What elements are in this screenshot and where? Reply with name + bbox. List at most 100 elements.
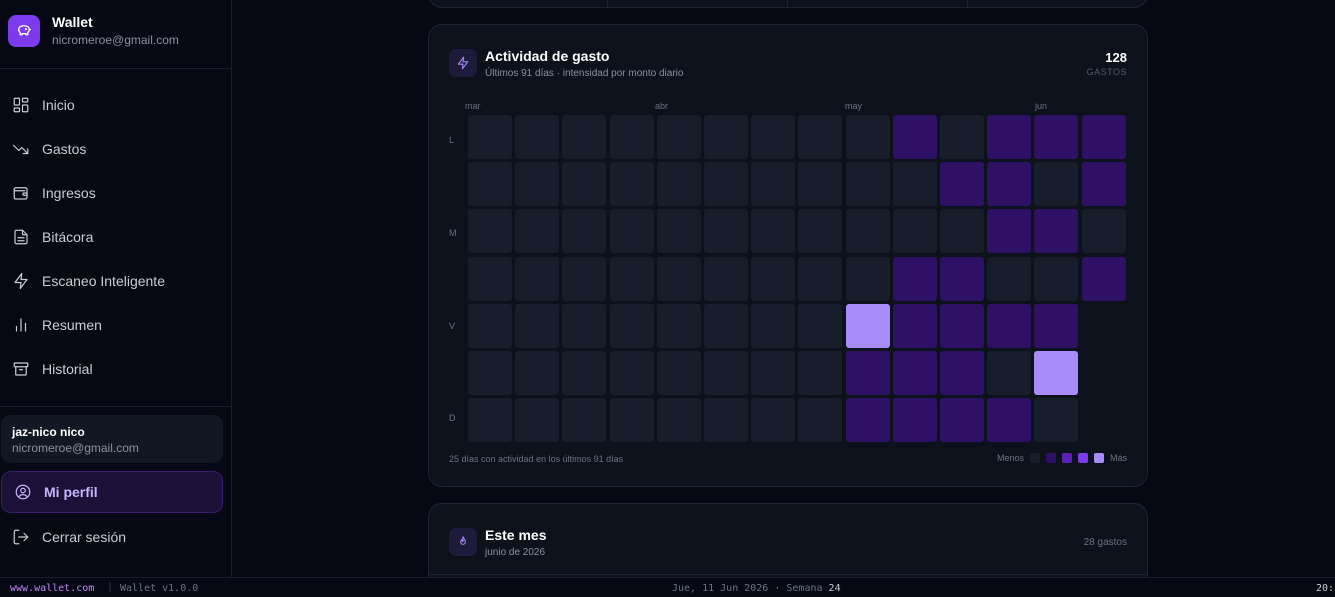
heatmap-cell[interactable]: [609, 115, 654, 159]
heatmap-cell[interactable]: [468, 162, 512, 207]
heatmap-cell[interactable]: [468, 398, 512, 443]
heatmap-cell[interactable]: [656, 256, 701, 301]
heatmap-cell[interactable]: [751, 398, 796, 443]
heatmap-cell[interactable]: [845, 115, 890, 159]
heatmap-cell[interactable]: [562, 351, 607, 395]
heatmap-cell[interactable]: [1034, 256, 1079, 301]
heatmap-cell[interactable]: [468, 256, 512, 301]
heatmap-cell[interactable]: [609, 256, 654, 301]
heatmap-cell[interactable]: [656, 209, 701, 254]
heatmap-cell[interactable]: [562, 303, 607, 348]
heatmap-cell[interactable]: [798, 398, 843, 443]
heatmap-cell[interactable]: [656, 303, 701, 348]
heatmap-cell[interactable]: [751, 351, 796, 395]
heatmap-cell[interactable]: [704, 162, 748, 207]
heatmap-cell[interactable]: [515, 303, 560, 348]
heatmap-cell[interactable]: [1081, 115, 1126, 159]
heatmap-cell[interactable]: [987, 398, 1032, 443]
heatmap-cell[interactable]: [656, 115, 701, 159]
heatmap-cell[interactable]: [1034, 162, 1079, 207]
heatmap-cell[interactable]: [515, 209, 560, 254]
profile-button[interactable]: Mi perfil: [1, 471, 223, 513]
heatmap-cell[interactable]: [798, 162, 843, 207]
heatmap-cell[interactable]: [1034, 303, 1079, 348]
heatmap-cell[interactable]: [987, 351, 1032, 395]
sidebar-item-inicio[interactable]: Inicio: [0, 83, 231, 127]
heatmap-cell[interactable]: [515, 256, 560, 301]
heatmap-cell[interactable]: [1034, 398, 1079, 443]
heatmap-cell[interactable]: [609, 209, 654, 254]
heatmap-cell[interactable]: [1034, 351, 1079, 395]
heatmap-cell[interactable]: [751, 303, 796, 348]
heatmap-cell[interactable]: [940, 398, 984, 443]
heatmap-cell[interactable]: [940, 351, 984, 395]
heatmap-cell[interactable]: [609, 351, 654, 395]
heatmap-cell[interactable]: [798, 115, 843, 159]
heatmap-cell[interactable]: [845, 209, 890, 254]
heatmap-cell[interactable]: [704, 209, 748, 254]
heatmap-cell[interactable]: [515, 398, 560, 443]
heatmap-cell[interactable]: [562, 115, 607, 159]
heatmap-cell[interactable]: [609, 162, 654, 207]
heatmap-cell[interactable]: [892, 398, 937, 443]
heatmap-cell[interactable]: [892, 351, 937, 395]
heatmap-cell[interactable]: [987, 209, 1032, 254]
heatmap-cell[interactable]: [704, 303, 748, 348]
heatmap-cell[interactable]: [845, 162, 890, 207]
heatmap-cell[interactable]: [468, 209, 512, 254]
heatmap-cell[interactable]: [940, 209, 984, 254]
heatmap-cell[interactable]: [1081, 162, 1126, 207]
heatmap-cell[interactable]: [1081, 209, 1126, 254]
heatmap-cell[interactable]: [892, 162, 937, 207]
sidebar-item-escaneo[interactable]: Escaneo Inteligente: [0, 259, 231, 303]
heatmap-cell[interactable]: [656, 398, 701, 443]
heatmap-cell[interactable]: [798, 351, 843, 395]
heatmap-cell[interactable]: [704, 351, 748, 395]
sidebar-item-historial[interactable]: Historial: [0, 347, 231, 391]
heatmap-cell[interactable]: [987, 303, 1032, 348]
heatmap-cell[interactable]: [845, 256, 890, 301]
heatmap-cell[interactable]: [798, 256, 843, 301]
heatmap-cell[interactable]: [1034, 209, 1079, 254]
heatmap-cell[interactable]: [845, 351, 890, 395]
heatmap-cell[interactable]: [987, 115, 1032, 159]
heatmap-cell[interactable]: [656, 162, 701, 207]
heatmap-cell[interactable]: [468, 115, 512, 159]
heatmap-cell[interactable]: [468, 351, 512, 395]
heatmap-cell[interactable]: [751, 162, 796, 207]
heatmap-cell[interactable]: [515, 162, 560, 207]
heatmap-cell[interactable]: [751, 256, 796, 301]
heatmap-cell[interactable]: [704, 398, 748, 443]
heatmap-cell[interactable]: [609, 303, 654, 348]
heatmap-cell[interactable]: [1034, 115, 1079, 159]
website-link[interactable]: www.wallet.com: [10, 583, 94, 594]
heatmap-cell[interactable]: [940, 256, 984, 301]
heatmap-cell[interactable]: [892, 303, 937, 348]
heatmap-cell[interactable]: [468, 303, 512, 348]
heatmap-cell[interactable]: [798, 209, 843, 254]
heatmap-cell[interactable]: [1081, 256, 1126, 301]
heatmap-cell[interactable]: [704, 115, 748, 159]
heatmap-cell[interactable]: [845, 303, 890, 348]
heatmap-cell[interactable]: [704, 256, 748, 301]
heatmap-cell[interactable]: [940, 115, 984, 159]
heatmap-cell[interactable]: [656, 351, 701, 395]
heatmap-cell[interactable]: [798, 303, 843, 348]
heatmap-cell[interactable]: [940, 162, 984, 207]
heatmap-cell[interactable]: [751, 209, 796, 254]
heatmap-cell[interactable]: [562, 256, 607, 301]
heatmap-cell[interactable]: [987, 256, 1032, 301]
heatmap-cell[interactable]: [987, 162, 1032, 207]
heatmap-cell[interactable]: [515, 351, 560, 395]
heatmap-cell[interactable]: [892, 209, 937, 254]
heatmap-cell[interactable]: [515, 115, 560, 159]
logout-button[interactable]: Cerrar sesión: [0, 515, 231, 559]
sidebar-item-resumen[interactable]: Resumen: [0, 303, 231, 347]
heatmap-cell[interactable]: [845, 398, 890, 443]
heatmap-cell[interactable]: [609, 398, 654, 443]
sidebar-item-ingresos[interactable]: Ingresos: [0, 171, 231, 215]
heatmap-cell[interactable]: [562, 398, 607, 443]
heatmap-cell[interactable]: [562, 162, 607, 207]
heatmap-cell[interactable]: [751, 115, 796, 159]
sidebar-item-bitacora[interactable]: Bitácora: [0, 215, 231, 259]
